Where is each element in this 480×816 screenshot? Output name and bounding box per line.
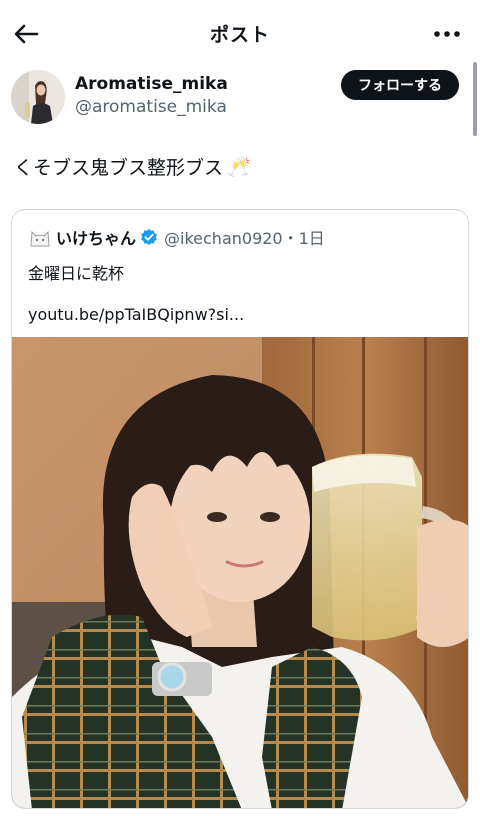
- quoted-post-header: いけちゃん @ikechan0920・1日: [28, 226, 325, 248]
- follow-button[interactable]: フォローする: [341, 70, 459, 100]
- quoted-author-name[interactable]: いけちゃん: [56, 225, 136, 249]
- more-options-button[interactable]: [430, 18, 464, 50]
- post-text: くそブス鬼ブス整形ブス 🥂: [14, 153, 251, 180]
- top-bar: ポスト: [0, 0, 480, 66]
- quoted-post-link[interactable]: youtu.be/ppTaIBQipnw?si...: [28, 305, 244, 324]
- arrow-left-icon: [14, 24, 39, 44]
- author-handle[interactable]: @aromatise_mika: [75, 97, 227, 117]
- avatar[interactable]: [11, 70, 65, 124]
- quoted-author-handle-time: @ikechan0920・1日: [164, 229, 325, 248]
- quoted-post-card[interactable]: いけちゃん @ikechan0920・1日 金曜日に乾杯 youtu.be/pp…: [11, 209, 469, 809]
- back-button[interactable]: [10, 18, 42, 50]
- cat-avatar-icon: [28, 226, 52, 248]
- more-dots-icon: [434, 31, 460, 37]
- post-text-body: くそブス鬼ブス整形ブス: [14, 157, 224, 179]
- photo-content: [12, 337, 468, 808]
- page-title: ポスト: [209, 23, 270, 46]
- avatar-photo: [11, 70, 65, 124]
- quoted-post-text: 金曜日に乾杯: [28, 264, 125, 283]
- author-row: Aromatise_mika @aromatise_mika フォローする: [11, 70, 461, 126]
- quoted-post-photo[interactable]: [12, 337, 468, 808]
- author-name[interactable]: Aromatise_mika: [75, 74, 228, 94]
- verified-badge-icon: [141, 228, 157, 246]
- scrollbar[interactable]: [473, 62, 477, 136]
- clinking-glasses-emoji: 🥂: [227, 156, 251, 178]
